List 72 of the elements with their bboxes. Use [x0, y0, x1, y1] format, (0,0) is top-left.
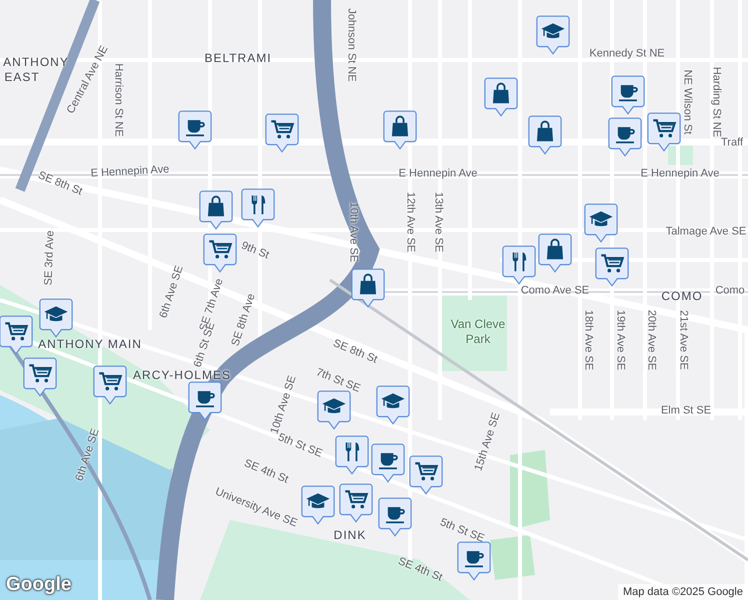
street-label: Como	[715, 286, 745, 296]
shopping-cart-pin[interactable]	[0, 315, 33, 355]
street-label: 20th Ave SE	[646, 310, 656, 370]
shopping-cart-pin[interactable]	[93, 365, 127, 405]
street-label: SE 8th St	[331, 338, 379, 366]
neighborhood-label: EAST	[4, 71, 40, 83]
street-label: E Hennepin Ave	[398, 168, 478, 180]
neighborhood-label: DINK	[334, 529, 366, 541]
coffee-cup-pin[interactable]	[457, 541, 491, 581]
street-label: SE 4th St	[396, 556, 444, 584]
shopping-cart-pin[interactable]	[339, 483, 373, 523]
neighborhood-label: BELTRAMI	[204, 52, 272, 64]
shopping-bag-pin[interactable]	[538, 233, 572, 273]
street-label: Harrison St NE	[112, 63, 124, 137]
street-label: SE 4th St	[242, 458, 290, 486]
street-label: SE 8th Ave	[230, 292, 258, 348]
shopping-cart-pin[interactable]	[595, 247, 629, 287]
street-label: 5th St SE	[438, 517, 486, 545]
shopping-bag-pin[interactable]	[484, 77, 518, 117]
street-label: 18th Ave SE	[582, 310, 594, 370]
street-label: Como Ave SE	[520, 286, 590, 296]
street-label: Elm St SE	[660, 406, 712, 416]
shopping-cart-pin[interactable]	[203, 233, 237, 273]
street-label: Johnson St NE	[346, 8, 356, 82]
coffee-cup-pin[interactable]	[178, 110, 212, 150]
graduation-cap-pin[interactable]	[39, 298, 73, 338]
street-label: NE Wilson St	[682, 70, 692, 134]
shopping-bag-pin[interactable]	[383, 110, 417, 150]
neighborhood-label: ANTHONY MAIN	[38, 338, 142, 350]
street-label: SE 3rd Ave	[44, 230, 56, 286]
street-label: Talmage Ave SE	[666, 226, 746, 238]
shopping-cart-pin[interactable]	[23, 357, 57, 397]
street-label: E Hennepin Ave	[90, 164, 170, 180]
fork-knife-pin[interactable]	[502, 245, 536, 285]
shopping-cart-pin[interactable]	[265, 113, 299, 153]
street-label: 10th Ave SE	[348, 202, 358, 262]
map-logo: Google	[6, 574, 72, 596]
park-area	[490, 535, 535, 580]
graduation-cap-pin[interactable]	[376, 385, 410, 425]
street-label: 6th Ave SE	[74, 428, 102, 482]
street-label: 15th Ave SE	[473, 412, 503, 472]
street-label: 19th Ave SE	[614, 310, 626, 370]
street-label: 12th Ave SE	[404, 192, 416, 252]
coffee-cup-pin[interactable]	[611, 75, 645, 115]
shopping-cart-pin[interactable]	[647, 112, 681, 152]
graduation-cap-pin[interactable]	[584, 203, 618, 243]
street-label: 21st Ave SE	[678, 310, 688, 370]
fork-knife-pin[interactable]	[241, 188, 275, 228]
fork-knife-pin[interactable]	[335, 435, 369, 475]
coffee-cup-pin[interactable]	[378, 497, 412, 537]
shopping-cart-pin[interactable]	[409, 455, 443, 495]
graduation-cap-pin[interactable]	[536, 15, 570, 55]
street-label: E Hennepin Ave	[640, 168, 720, 180]
street-label: SE 8th St	[36, 170, 84, 198]
coffee-cup-pin[interactable]	[371, 443, 405, 483]
shopping-bag-pin[interactable]	[528, 115, 562, 155]
street-label: 9th St	[240, 240, 270, 262]
street-label: 13th Ave SE	[432, 192, 444, 252]
neighborhood-label: COMO	[661, 290, 703, 302]
street-label: Kennedy St NE	[589, 48, 665, 60]
street-label: 6th Ave SE	[158, 264, 186, 320]
coffee-cup-pin[interactable]	[608, 117, 642, 157]
shopping-bag-pin[interactable]	[199, 190, 233, 230]
street-label: 7th St SE	[314, 367, 362, 395]
shopping-bag-pin[interactable]	[351, 268, 385, 308]
graduation-cap-pin[interactable]	[301, 485, 335, 525]
street-label: Harding St NE	[710, 66, 722, 138]
street-label: Traff	[721, 138, 743, 148]
graduation-cap-pin[interactable]	[317, 390, 351, 430]
coffee-cup-pin[interactable]	[188, 381, 222, 421]
park-label: Van Cleve	[450, 318, 506, 330]
park-label: Park	[466, 333, 490, 345]
